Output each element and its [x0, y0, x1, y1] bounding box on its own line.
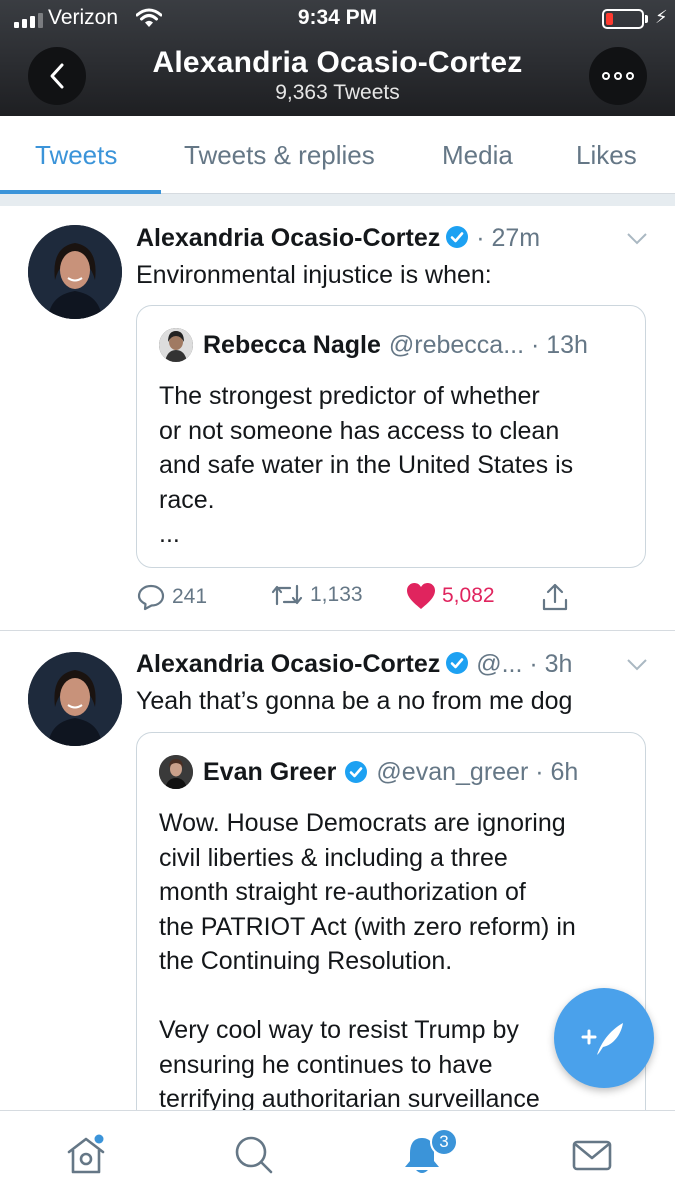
chevron-down-icon[interactable]: [626, 232, 648, 246]
avatar[interactable]: [28, 652, 122, 746]
avatar: [159, 328, 193, 362]
status-time: 9:34 PM: [297, 6, 378, 29]
home-icon[interactable]: [64, 1133, 108, 1177]
quoted-tweet-text: Wow. House Democrats are ignoring civil …: [159, 806, 629, 1117]
avatar: [159, 755, 193, 789]
reply-count: 241: [172, 585, 208, 608]
quoted-author-meta: @evan_greer · 6h: [376, 757, 579, 786]
notifications-badge: 3: [430, 1128, 458, 1156]
profile-tabs: Tweets Tweets & replies Media Likes: [0, 116, 675, 194]
bottom-navigation: 3: [0, 1110, 675, 1200]
share-button[interactable]: [540, 582, 570, 612]
quoted-text-line: the PATRIOT Act (with zero reform) in: [159, 912, 576, 941]
quoted-text-line: ...: [159, 520, 180, 548]
tab-likes[interactable]: Likes: [576, 140, 637, 171]
author-name[interactable]: Alexandria Ocasio-Cortez: [136, 650, 440, 678]
tweet[interactable]: Alexandria Ocasio-Cortez · 27m Environme…: [0, 206, 675, 631]
like-count: 5,082: [442, 584, 495, 607]
tweet-count: 9,363 Tweets: [275, 81, 400, 104]
quoted-tweet-text: The strongest predictor of whether or no…: [159, 379, 629, 552]
tweet-header: Alexandria Ocasio-Cortez @... · 3h: [136, 650, 572, 679]
quoted-text-line: civil liberties & including a three: [159, 843, 508, 872]
status-bar: Verizon 9:34 PM ⚡: [0, 0, 675, 36]
quoted-text-line: race.: [159, 485, 215, 514]
quoted-author-meta: @rebecca... · 13h: [388, 330, 588, 359]
retweet-count: 1,133: [310, 583, 363, 606]
quoted-text-line: or not someone has access to clean: [159, 416, 560, 445]
tweet-actions: 241 1,133 5,082: [136, 582, 596, 616]
charging-icon: ⚡: [655, 7, 668, 27]
quoted-text-line: month straight re-authorization of: [159, 878, 526, 906]
quoted-text-line: and safe water in the United States is: [159, 451, 574, 479]
profile-name-title: Alexandria Ocasio-Cortez: [152, 46, 523, 79]
quoted-author-name: Evan Greer: [203, 757, 337, 786]
reply-icon: [137, 584, 165, 611]
verified-badge-icon: [345, 761, 368, 783]
tweet-header: Alexandria Ocasio-Cortez · 27m: [136, 224, 540, 253]
tab-tweets[interactable]: Tweets: [35, 140, 117, 171]
retweet-button[interactable]: 1,133: [270, 582, 363, 608]
mail-icon[interactable]: [570, 1133, 614, 1177]
tab-divider: [0, 194, 675, 206]
verified-badge-icon: [446, 226, 469, 248]
quoted-tweet[interactable]: Rebecca Nagle @rebecca... · 13h The stro…: [136, 305, 646, 568]
quoted-tweet-header: Rebecca Nagle @rebecca... · 13h: [159, 328, 588, 362]
compose-icon: [581, 1023, 623, 1055]
battery-tip: [645, 15, 648, 23]
tweet-time: @... · 3h: [476, 650, 573, 678]
more-icon: [602, 72, 634, 80]
quoted-author-name: Rebecca Nagle: [203, 330, 381, 359]
quoted-tweet-header: Evan Greer @evan_greer · 6h: [159, 755, 578, 789]
verified-badge-icon: [446, 652, 469, 674]
reply-button[interactable]: 241: [136, 582, 207, 612]
quoted-text-spacer: [159, 979, 629, 1014]
compose-tweet-button[interactable]: [554, 988, 654, 1088]
tweet-time: · 27m: [476, 224, 541, 252]
search-icon[interactable]: [232, 1133, 276, 1177]
quoted-tweet[interactable]: Evan Greer @evan_greer · 6h Wow. House D…: [136, 732, 646, 1152]
avatar[interactable]: [28, 225, 122, 319]
share-icon: [542, 583, 568, 611]
retweet-icon: [271, 584, 303, 606]
tweet-text: Environmental injustice is when:: [136, 261, 492, 289]
heart-icon: [407, 583, 435, 609]
tab-media[interactable]: Media: [442, 140, 513, 171]
tab-tweets-and-replies[interactable]: Tweets & replies: [184, 140, 375, 171]
author-name[interactable]: Alexandria Ocasio-Cortez: [136, 224, 440, 252]
chevron-down-icon[interactable]: [626, 658, 648, 672]
more-options-button[interactable]: [589, 47, 647, 105]
like-button[interactable]: 5,082: [406, 582, 495, 610]
battery-icon: [602, 9, 644, 29]
tweet-text: Yeah that’s gonna be a no from me dog: [136, 687, 573, 715]
quoted-text-line: Wow. House Democrats are ignoring: [159, 809, 566, 837]
profile-header: Verizon 9:34 PM ⚡ Alexandria Ocasio-Cort…: [0, 0, 675, 116]
quoted-text-line: the Continuing Resolution.: [159, 947, 453, 975]
quoted-text-line: The strongest predictor of whether: [159, 382, 540, 410]
